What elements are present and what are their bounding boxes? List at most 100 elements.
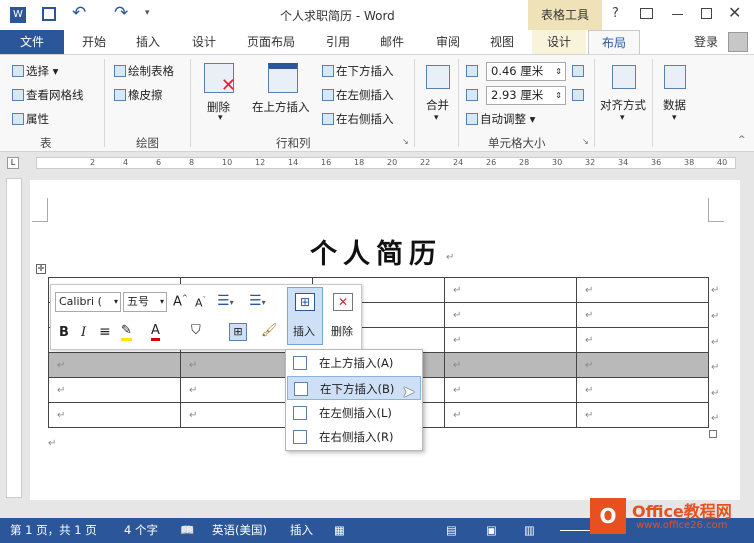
insert-mode[interactable]: 插入 xyxy=(290,518,313,543)
page-count[interactable]: 第 1 页，共 1 页 xyxy=(10,518,97,543)
web-layout-icon[interactable]: ▥ xyxy=(524,518,535,543)
insert-below-button[interactable]: 在下方插入 xyxy=(322,63,394,79)
table-move-handle-icon[interactable]: ✛ xyxy=(36,264,46,274)
menu-item-insert-right[interactable]: 在右侧插入(R) xyxy=(287,425,421,449)
font-color-icon[interactable]: A xyxy=(151,323,160,341)
ruler-tick-label: 40 xyxy=(717,158,728,167)
minimize-icon[interactable] xyxy=(672,14,683,15)
bold-icon[interactable]: B xyxy=(59,325,69,340)
gridlines-label: 查看网格线 xyxy=(26,88,84,102)
tab-home[interactable]: 开始 xyxy=(70,30,118,54)
alignment-dropdown-icon[interactable]: ▾ xyxy=(620,113,625,123)
row-height-icon xyxy=(466,65,478,77)
window-title: 个人求职简历 - Word xyxy=(280,9,395,23)
borders-icon[interactable]: ⊞ xyxy=(229,323,247,341)
help-icon[interactable]: ? xyxy=(612,6,619,21)
grow-font-icon[interactable]: A^ xyxy=(173,294,188,309)
ruler-tick-label: 10 xyxy=(222,158,233,167)
mini-delete-label[interactable]: 删除 xyxy=(331,323,353,339)
shrink-font-icon[interactable]: Aˇ xyxy=(195,296,206,310)
eraser-button[interactable]: 橡皮擦 xyxy=(114,87,163,103)
row-height-input[interactable]: 0.46 厘米 ⇕ xyxy=(486,62,566,81)
align-center-icon[interactable]: ≡ xyxy=(99,324,111,340)
undo-icon[interactable]: ↶ xyxy=(72,3,86,23)
autofit-button[interactable]: 自动调整 ▾ xyxy=(466,111,535,127)
tab-design[interactable]: 设计 xyxy=(180,30,228,54)
tab-table-design[interactable]: 设计 xyxy=(532,30,586,54)
draw-table-button[interactable]: 绘制表格 xyxy=(114,63,174,79)
tab-stop-selector[interactable]: L xyxy=(7,157,19,169)
document-title[interactable]: 个人简历 xyxy=(310,232,442,271)
menu-item-label: 在右侧插入(R) xyxy=(319,430,394,444)
insert-right-icon xyxy=(293,430,307,444)
avatar[interactable] xyxy=(728,32,748,52)
group-label-rows-cols: 行和列 xyxy=(276,136,311,150)
numbering-icon[interactable]: ☰▾ xyxy=(249,293,266,309)
save-icon[interactable] xyxy=(42,7,56,21)
menu-item-insert-left[interactable]: 在左侧插入(L) xyxy=(287,401,421,425)
word-app-icon: W xyxy=(10,7,26,23)
delete-table-icon[interactable]: ✕ xyxy=(204,63,236,96)
proofing-icon[interactable]: 📖 xyxy=(180,518,194,543)
bullets-icon[interactable]: ☰▾ xyxy=(217,293,234,309)
distribute-columns-icon[interactable] xyxy=(572,89,584,101)
tab-references[interactable]: 引用 xyxy=(314,30,362,54)
corner-mark xyxy=(32,198,48,222)
select-button[interactable]: 选择 ▾ xyxy=(12,63,58,79)
merge-dropdown-icon[interactable]: ▾ xyxy=(434,113,439,123)
ruler-tick-label: 26 xyxy=(486,158,497,167)
table-resize-handle[interactable] xyxy=(709,430,717,438)
tab-file[interactable]: 文件 xyxy=(0,30,64,54)
shading-icon[interactable]: ⛉ xyxy=(191,323,201,338)
tab-insert[interactable]: 插入 xyxy=(124,30,172,54)
dialog-launcher-icon[interactable]: ↘ xyxy=(402,137,409,146)
language[interactable]: 英语(美国) xyxy=(212,518,267,543)
merge-button-label[interactable]: 合并 xyxy=(426,97,449,113)
menu-item-insert-above[interactable]: 在上方插入(A) xyxy=(287,351,421,375)
view-gridlines-button[interactable]: 查看网格线 xyxy=(12,87,84,103)
close-icon[interactable]: ✕ xyxy=(728,3,741,22)
print-layout-icon[interactable]: ▣ xyxy=(486,518,497,543)
insert-above-button-label[interactable]: 在上方插入 xyxy=(252,99,310,115)
vertical-ruler[interactable] xyxy=(6,178,22,498)
alignment-icon[interactable] xyxy=(612,65,636,89)
merge-icon[interactable] xyxy=(426,65,450,89)
properties-button[interactable]: 属性 xyxy=(12,111,49,127)
tab-review[interactable]: 审阅 xyxy=(424,30,472,54)
horizontal-ruler[interactable]: L 2 4 6 8 10 12 14 16 18 20 22 24 26 28 30 32 34 36 38 40 xyxy=(0,152,754,174)
collapse-ribbon-icon[interactable]: ^ xyxy=(738,135,746,145)
tab-table-layout[interactable]: 布局 xyxy=(588,30,640,54)
redo-icon[interactable]: ↷ xyxy=(114,3,128,23)
delete-dropdown-icon[interactable]: ▾ xyxy=(218,113,223,123)
column-width-input[interactable]: 2.93 厘米 ⇕ xyxy=(486,86,566,105)
insert-left-button[interactable]: 在左侧插入 xyxy=(322,87,394,103)
read-mode-icon[interactable]: ▤ xyxy=(446,518,457,543)
highlight-icon[interactable]: ✎ xyxy=(121,323,132,341)
data-icon[interactable] xyxy=(664,65,686,89)
word-count[interactable]: 4 个字 xyxy=(124,518,158,543)
ribbon-display-icon[interactable] xyxy=(640,8,653,19)
distribute-rows-icon[interactable] xyxy=(572,65,584,77)
insert-left-label: 在左侧插入 xyxy=(336,88,394,102)
alignment-button-label[interactable]: 对齐方式 xyxy=(600,97,646,113)
font-name-select[interactable]: Calibri (▾ xyxy=(55,292,121,312)
insert-right-label: 在右侧插入 xyxy=(336,112,394,126)
format-painter-icon[interactable]: 🖌 xyxy=(261,323,278,338)
tab-mailings[interactable]: 邮件 xyxy=(368,30,416,54)
dialog-launcher-icon[interactable]: ↘ xyxy=(582,137,589,146)
font-size-select[interactable]: 五号 ▾ xyxy=(123,292,167,312)
delete-table-icon[interactable]: ✕ xyxy=(333,293,353,311)
tab-page-layout[interactable]: 页面布局 xyxy=(236,30,306,54)
data-dropdown-icon[interactable]: ▾ xyxy=(672,113,677,123)
maximize-icon[interactable] xyxy=(701,8,712,19)
insert-right-button[interactable]: 在右侧插入 xyxy=(322,111,394,127)
login-link[interactable]: 登录 xyxy=(688,30,724,54)
menu-item-insert-below[interactable]: 在下方插入(B) xyxy=(287,376,421,400)
customize-qat-icon[interactable]: ▾ xyxy=(145,8,150,18)
insert-above-icon[interactable] xyxy=(268,63,298,93)
data-button-label[interactable]: 数据 xyxy=(663,97,686,113)
macro-icon[interactable]: ▦ xyxy=(334,518,345,543)
tab-view[interactable]: 视图 xyxy=(478,30,526,54)
divider xyxy=(190,59,191,147)
italic-icon[interactable]: I xyxy=(81,325,86,340)
